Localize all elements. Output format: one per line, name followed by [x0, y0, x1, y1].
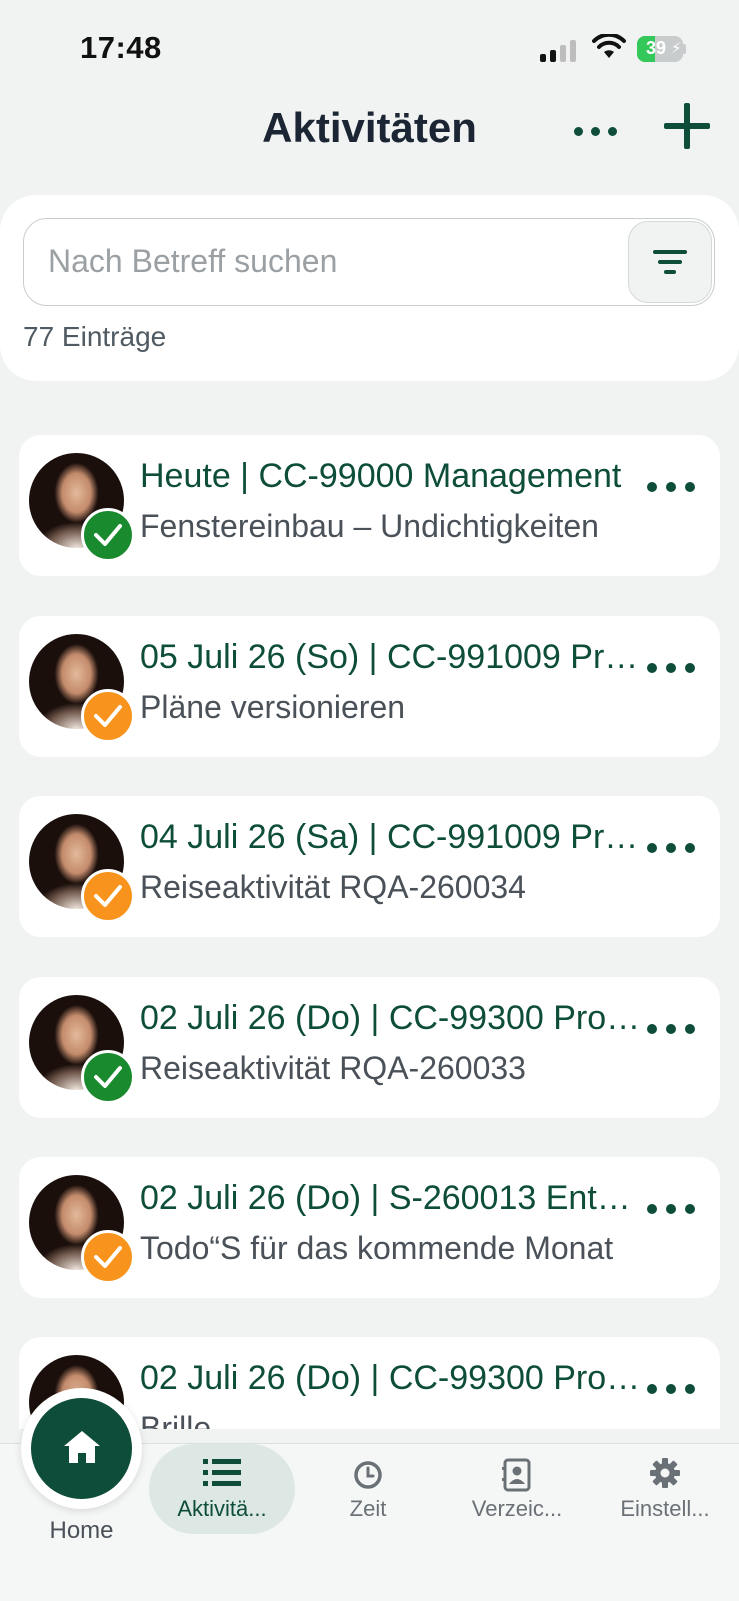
add-activity-button[interactable]: [664, 103, 710, 149]
filter-button[interactable]: [628, 221, 712, 303]
activity-title: 02 Juli 26 (Do) | CC-99300 Projekt: [140, 999, 642, 1037]
activity-subject: Reiseaktivität RQA-260033: [140, 1050, 526, 1086]
card-more-icon[interactable]: [647, 1201, 695, 1217]
page-title: Aktivitäten: [262, 104, 477, 151]
tab-directory-label: Verzeic...: [471, 1496, 563, 1521]
status-open-icon: [81, 1230, 135, 1284]
clock-icon: [354, 1461, 382, 1489]
tab-directory[interactable]: Verzeic...: [455, 1444, 579, 1534]
activity-subject: Fenstereinbau – Undichtigkeiten: [140, 508, 599, 544]
tab-home-label: Home: [49, 1517, 114, 1544]
entry-count: 77 Einträge: [23, 321, 167, 352]
battery-percent: 39: [645, 38, 667, 58]
card-more-icon[interactable]: [647, 479, 695, 495]
contacts-icon: [502, 1458, 531, 1492]
card-more-icon[interactable]: [647, 1381, 695, 1397]
activity-title: 05 Juli 26 (So) | CC-991009 Projekt: [140, 638, 642, 676]
card-more-icon[interactable]: [647, 1021, 695, 1037]
tab-activities[interactable]: Aktivitä...: [149, 1444, 295, 1534]
home-icon: [64, 1431, 100, 1463]
battery-icon: 39 ⚡: [637, 36, 686, 62]
more-options-icon[interactable]: [574, 124, 620, 140]
activity-card[interactable]: Heute | CC-99000 Management Fenstereinba…: [19, 435, 720, 576]
gear-icon: [650, 1458, 680, 1488]
activity-title: 04 Juli 26 (Sa) | CC-991009 Projekt: [140, 818, 642, 856]
activity-subject: Reiseaktivität RQA-260034: [140, 869, 526, 905]
activity-card[interactable]: 05 Juli 26 (So) | CC-991009 Projekt Plän…: [19, 616, 720, 757]
status-open-icon: [81, 689, 135, 743]
tab-time[interactable]: Zeit: [313, 1444, 423, 1534]
activity-card[interactable]: 02 Juli 26 (Do) | CC-99300 Projekt Reise…: [19, 977, 720, 1118]
activity-card[interactable]: 02 Juli 26 (Do) | S-260013 Entwicklung T…: [19, 1157, 720, 1298]
activity-title: Heute | CC-99000 Management: [140, 457, 622, 495]
search-input[interactable]: [48, 241, 618, 281]
status-bar: 17:48 39 ⚡: [0, 0, 739, 90]
search-box: [23, 218, 715, 306]
home-button[interactable]: [21, 1388, 142, 1509]
activity-subject: Todo“S für das kommende Monat: [140, 1230, 614, 1266]
list-icon: [203, 1459, 241, 1486]
activity-card[interactable]: 04 Juli 26 (Sa) | CC-991009 Projekt Reis…: [19, 796, 720, 937]
activity-title: 02 Juli 26 (Do) | CC-99300 Projekt: [140, 1359, 642, 1397]
activity-subject: Pläne versionieren: [140, 689, 406, 725]
tab-time-label: Zeit: [349, 1496, 387, 1521]
activity-title: 02 Juli 26 (Do) | S-260013 Entwicklung: [140, 1179, 642, 1217]
tab-settings-label: Einstell...: [620, 1496, 710, 1521]
status-done-icon: [81, 1050, 135, 1104]
wifi-icon: [592, 34, 626, 58]
charging-icon: ⚡: [671, 40, 682, 57]
status-done-icon: [81, 508, 135, 562]
search-panel: 77 Einträge: [0, 195, 739, 381]
status-time: 17:48: [80, 30, 162, 65]
tab-activities-label: Aktivitä...: [177, 1496, 267, 1521]
activity-subject: Brille: [140, 1410, 212, 1429]
card-more-icon[interactable]: [647, 660, 695, 676]
cellular-signal-icon: [540, 38, 580, 62]
filter-icon: [653, 250, 687, 254]
status-open-icon: [81, 869, 135, 923]
tab-settings[interactable]: Einstell...: [603, 1444, 727, 1534]
card-more-icon[interactable]: [647, 840, 695, 856]
